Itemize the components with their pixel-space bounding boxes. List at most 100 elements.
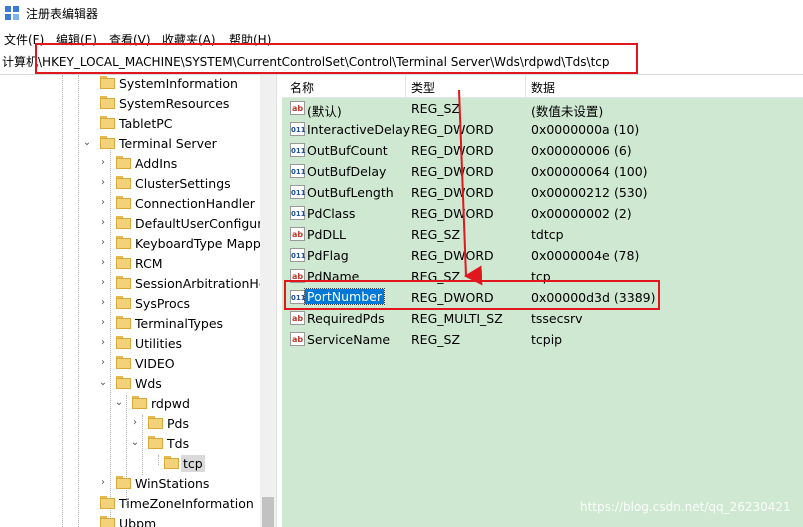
value-data: 0x00000006 (6) bbox=[531, 143, 632, 158]
chevron-down-icon[interactable]: ⌄ bbox=[114, 397, 124, 409]
value-data: 0x00000002 (2) bbox=[531, 206, 632, 221]
tree-item-label: TabletPC bbox=[119, 116, 173, 131]
tree-item[interactable]: SystemResources bbox=[0, 94, 260, 114]
chevron-right-icon[interactable]: › bbox=[98, 357, 108, 369]
chevron-right-icon[interactable]: › bbox=[98, 337, 108, 349]
folder-icon bbox=[100, 76, 115, 89]
tree-item-label: TimeZoneInformation bbox=[119, 496, 254, 511]
tree-item[interactable]: ⌄ rdpwd bbox=[0, 394, 260, 414]
tree-item-label: SysProcs bbox=[135, 296, 191, 311]
tree-item[interactable]: › SysProcs bbox=[0, 294, 260, 314]
value-data: (数值未设置) bbox=[531, 104, 604, 119]
chevron-right-icon[interactable]: › bbox=[98, 257, 108, 269]
value-type: REG_DWORD bbox=[411, 143, 494, 158]
folder-icon bbox=[116, 376, 131, 389]
tree-item[interactable]: tcp bbox=[0, 454, 260, 474]
column-divider[interactable] bbox=[405, 75, 406, 97]
table-row[interactable]: ab PdDLL REG_SZ tdtcp bbox=[282, 224, 803, 245]
value-name: RequiredPds bbox=[307, 311, 385, 326]
tree-item-label: Pds bbox=[167, 416, 189, 431]
value-type: REG_SZ bbox=[411, 332, 461, 347]
string-value-icon: ab bbox=[290, 332, 305, 346]
tree-item[interactable]: › ConnectionHandler bbox=[0, 194, 260, 214]
column-header-type[interactable]: 类型 bbox=[411, 79, 435, 96]
chevron-right-icon[interactable]: › bbox=[98, 217, 108, 229]
table-row[interactable]: ab ServiceName REG_SZ tcpip bbox=[282, 329, 803, 350]
tree-item[interactable]: SystemInformation bbox=[0, 75, 260, 94]
binary-value-icon: 011 bbox=[290, 206, 306, 220]
watermark: https://blog.csdn.net/qq_26230421 bbox=[580, 500, 791, 514]
value-type: REG_DWORD bbox=[411, 185, 494, 200]
folder-icon bbox=[116, 336, 131, 349]
tree-item-label: Tds bbox=[167, 436, 190, 451]
binary-value-icon: 011 bbox=[290, 122, 306, 136]
table-row[interactable]: 011 OutBufLength REG_DWORD 0x00000212 (530) bbox=[282, 182, 803, 203]
portnumber-annotation-box bbox=[284, 280, 660, 310]
tree-item[interactable]: › RCM bbox=[0, 254, 260, 274]
value-name: OutBufDelay bbox=[307, 164, 387, 179]
table-row[interactable]: 011 PdFlag REG_DWORD 0x0000004e (78) bbox=[282, 245, 803, 266]
tree-item-label: tcp bbox=[181, 455, 205, 472]
tree-item[interactable]: › WinStations bbox=[0, 474, 260, 494]
chevron-right-icon[interactable]: › bbox=[98, 477, 108, 489]
folder-icon bbox=[116, 476, 131, 489]
tree-item[interactable]: › KeyboardType Mapp bbox=[0, 234, 261, 254]
chevron-right-icon[interactable]: › bbox=[98, 237, 108, 249]
chevron-right-icon[interactable]: › bbox=[98, 317, 108, 329]
tree-item[interactable]: › DefaultUserConfigura bbox=[0, 214, 270, 234]
tree-scrollbar[interactable] bbox=[260, 75, 276, 527]
value-data: 0x0000004e (78) bbox=[531, 248, 640, 263]
tree-item[interactable]: › ClusterSettings bbox=[0, 174, 260, 194]
tree-item-label: TerminalTypes bbox=[135, 316, 224, 331]
value-type: REG_DWORD bbox=[411, 164, 494, 179]
list-header: 名称 类型 数据 bbox=[282, 75, 803, 98]
table-row[interactable]: 011 OutBufCount REG_DWORD 0x00000006 (6) bbox=[282, 140, 803, 161]
table-row[interactable]: ab (默认) REG_SZ (数值未设置) bbox=[282, 98, 803, 119]
value-name: OutBufCount bbox=[307, 143, 388, 158]
folder-icon bbox=[116, 236, 131, 249]
tree-item-label: Wds bbox=[135, 376, 162, 391]
chevron-right-icon[interactable]: › bbox=[98, 277, 108, 289]
value-type: REG_SZ bbox=[411, 101, 461, 116]
chevron-down-icon[interactable]: ⌄ bbox=[98, 377, 108, 389]
tree-scrollbar-thumb[interactable] bbox=[262, 497, 274, 527]
tree-item[interactable]: ⌄ Wds bbox=[0, 374, 260, 394]
chevron-right-icon[interactable]: › bbox=[98, 157, 108, 169]
tree-item[interactable]: › Utilities bbox=[0, 334, 260, 354]
title-bar: 注册表编辑器 bbox=[0, 0, 803, 28]
column-header-data[interactable]: 数据 bbox=[531, 79, 555, 96]
folder-icon bbox=[116, 356, 131, 369]
tree-item[interactable]: › TerminalTypes bbox=[0, 314, 260, 334]
string-value-icon: ab bbox=[290, 101, 305, 115]
value-name: PdClass bbox=[307, 206, 356, 221]
value-name: OutBufLength bbox=[307, 185, 394, 200]
chevron-right-icon[interactable]: › bbox=[98, 177, 108, 189]
table-row[interactable]: 011 OutBufDelay REG_DWORD 0x00000064 (100) bbox=[282, 161, 803, 182]
table-row[interactable]: 011 PdClass REG_DWORD 0x00000002 (2) bbox=[282, 203, 803, 224]
column-divider[interactable] bbox=[525, 75, 526, 97]
chevron-down-icon[interactable]: ⌄ bbox=[130, 437, 140, 449]
chevron-down-icon[interactable]: ⌄ bbox=[82, 137, 92, 149]
chevron-right-icon[interactable]: › bbox=[98, 297, 108, 309]
tree-item[interactable]: ⌄ Tds bbox=[0, 434, 260, 454]
tree-item[interactable]: ⌄ Terminal Server bbox=[0, 134, 260, 154]
tree-item-label: DefaultUserConfigura bbox=[135, 216, 270, 231]
tree-item[interactable]: › Pds bbox=[0, 414, 260, 434]
chevron-right-icon[interactable]: › bbox=[130, 417, 140, 429]
table-row[interactable]: 011 InteractiveDelay REG_DWORD 0x0000000a (… bbox=[282, 119, 803, 140]
folder-icon bbox=[100, 516, 115, 527]
column-header-name[interactable]: 名称 bbox=[290, 79, 314, 96]
tree-item-label: Terminal Server bbox=[119, 136, 217, 151]
tree-item[interactable]: TimeZoneInformation bbox=[0, 494, 260, 514]
tree-item[interactable]: Ubpm bbox=[0, 514, 260, 527]
folder-icon bbox=[132, 396, 147, 409]
tree-item-label: WinStations bbox=[135, 476, 210, 491]
tree-item[interactable]: › SessionArbitrationHel bbox=[0, 274, 270, 294]
chevron-right-icon[interactable]: › bbox=[98, 197, 108, 209]
folder-icon bbox=[116, 316, 131, 329]
tree-item[interactable]: TabletPC bbox=[0, 114, 260, 134]
table-row[interactable]: ab RequiredPds REG_MULTI_SZ tssecsrv bbox=[282, 308, 803, 329]
tree-item[interactable]: › VIDEO bbox=[0, 354, 260, 374]
tree-item-label: SessionArbitrationHel bbox=[135, 276, 270, 291]
tree-item[interactable]: › AddIns bbox=[0, 154, 260, 174]
